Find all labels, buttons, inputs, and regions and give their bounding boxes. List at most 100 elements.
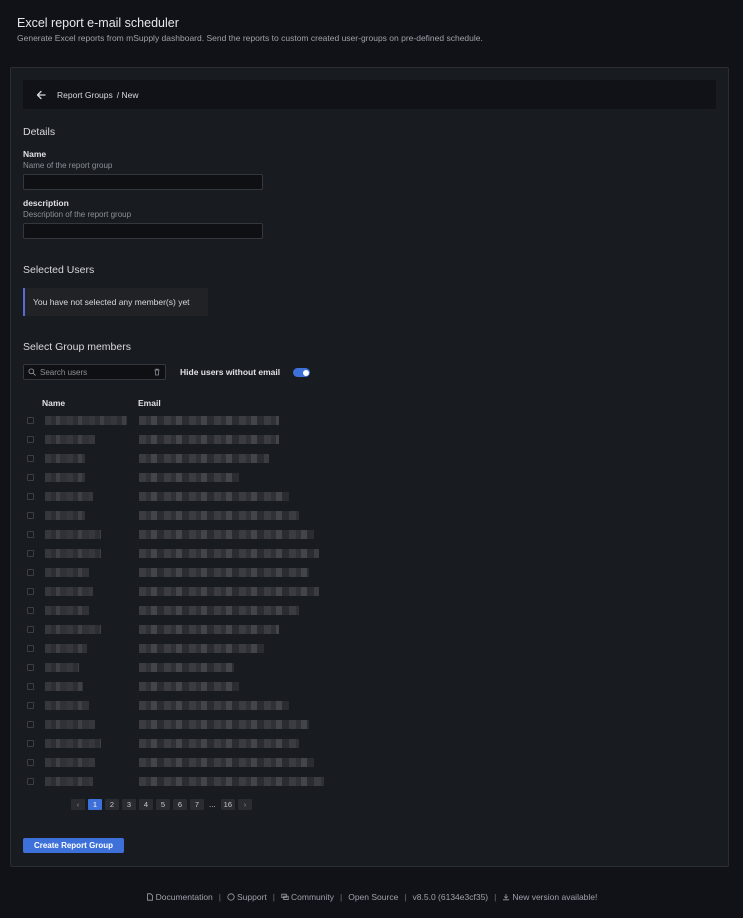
row-checkbox[interactable] bbox=[27, 607, 34, 614]
redacted-email bbox=[139, 530, 314, 539]
redacted-email bbox=[139, 644, 264, 653]
row-checkbox[interactable] bbox=[27, 474, 34, 481]
row-checkbox[interactable] bbox=[27, 531, 34, 538]
table-row[interactable] bbox=[11, 677, 341, 696]
name-label: Name bbox=[23, 149, 47, 159]
pagination-prev-button[interactable]: ‹ bbox=[71, 799, 85, 810]
redacted-name bbox=[45, 587, 93, 596]
table-row[interactable] bbox=[11, 487, 341, 506]
breadcrumb-report-groups-link[interactable]: Report Groups bbox=[57, 90, 113, 100]
row-checkbox[interactable] bbox=[27, 569, 34, 576]
hide-users-without-email-toggle[interactable] bbox=[293, 368, 310, 377]
redacted-email bbox=[139, 568, 309, 577]
table-row[interactable] bbox=[11, 525, 341, 544]
comments-icon bbox=[281, 893, 289, 901]
pagination-page-2[interactable]: 2 bbox=[105, 799, 119, 810]
table-row[interactable] bbox=[11, 715, 341, 734]
trash-icon[interactable] bbox=[153, 368, 161, 376]
footer-version: v8.5.0 (6134e3cf35) bbox=[412, 892, 489, 902]
redacted-name bbox=[45, 739, 101, 748]
redacted-email bbox=[139, 758, 314, 767]
pagination-page-5[interactable]: 5 bbox=[156, 799, 170, 810]
table-row[interactable] bbox=[11, 772, 341, 791]
row-checkbox[interactable] bbox=[27, 683, 34, 690]
name-input[interactable] bbox=[23, 174, 263, 190]
pagination-page-4[interactable]: 4 bbox=[139, 799, 153, 810]
row-checkbox[interactable] bbox=[27, 740, 34, 747]
row-checkbox[interactable] bbox=[27, 759, 34, 766]
pagination-page-3[interactable]: 3 bbox=[122, 799, 136, 810]
footer-separator: | bbox=[272, 892, 275, 902]
description-input[interactable] bbox=[23, 223, 263, 239]
row-checkbox[interactable] bbox=[27, 512, 34, 519]
table-row[interactable] bbox=[11, 506, 341, 525]
page-subtitle: Generate Excel reports from mSupply dash… bbox=[17, 33, 483, 43]
toggle-knob bbox=[302, 369, 309, 376]
column-header-name: Name bbox=[42, 398, 66, 408]
table-row[interactable] bbox=[11, 753, 341, 772]
table-row[interactable] bbox=[11, 411, 341, 430]
redacted-name bbox=[45, 663, 79, 672]
footer-open-source-link[interactable]: Open Source bbox=[348, 892, 398, 902]
footer-documentation-label: Documentation bbox=[155, 892, 213, 902]
pagination: ‹ 1 2 3 4 5 6 7 ... 16 › bbox=[71, 799, 253, 810]
row-checkbox[interactable] bbox=[27, 664, 34, 671]
pagination-page-7[interactable]: 7 bbox=[190, 799, 204, 810]
redacted-name bbox=[45, 682, 83, 691]
table-row[interactable] bbox=[11, 658, 341, 677]
redacted-name bbox=[45, 416, 127, 425]
table-row[interactable] bbox=[11, 601, 341, 620]
redacted-name bbox=[45, 701, 89, 710]
row-checkbox[interactable] bbox=[27, 588, 34, 595]
redacted-email bbox=[139, 549, 319, 558]
redacted-email bbox=[139, 606, 299, 615]
row-checkbox[interactable] bbox=[27, 417, 34, 424]
redacted-email bbox=[139, 587, 319, 596]
row-checkbox[interactable] bbox=[27, 455, 34, 462]
row-checkbox[interactable] bbox=[27, 721, 34, 728]
redacted-email bbox=[139, 663, 234, 672]
column-header-email: Email bbox=[138, 398, 161, 408]
row-checkbox[interactable] bbox=[27, 436, 34, 443]
table-row[interactable] bbox=[11, 734, 341, 753]
footer-separator: | bbox=[218, 892, 221, 902]
table-row[interactable] bbox=[11, 468, 341, 487]
row-checkbox[interactable] bbox=[27, 493, 34, 500]
redacted-name bbox=[45, 435, 95, 444]
details-heading: Details bbox=[23, 126, 56, 138]
table-row[interactable] bbox=[11, 449, 341, 468]
row-checkbox[interactable] bbox=[27, 626, 34, 633]
create-report-group-button[interactable]: Create Report Group bbox=[23, 838, 124, 853]
table-row[interactable] bbox=[11, 430, 341, 449]
pagination-page-1[interactable]: 1 bbox=[88, 799, 102, 810]
table-row[interactable] bbox=[11, 696, 341, 715]
footer: Documentation | Support | Community | Op… bbox=[0, 892, 743, 902]
redacted-name bbox=[45, 758, 95, 767]
table-row[interactable] bbox=[11, 639, 341, 658]
table-row[interactable] bbox=[11, 563, 341, 582]
table-row[interactable] bbox=[11, 620, 341, 639]
hide-users-toggle-label: Hide users without email bbox=[180, 367, 281, 377]
search-users-input[interactable] bbox=[40, 367, 153, 377]
search-users-field[interactable] bbox=[23, 364, 166, 380]
pagination-next-button[interactable]: › bbox=[238, 799, 253, 810]
row-checkbox[interactable] bbox=[27, 550, 34, 557]
table-row[interactable] bbox=[11, 582, 341, 601]
pagination-ellipsis: ... bbox=[209, 800, 216, 809]
redacted-name bbox=[45, 720, 95, 729]
redacted-name bbox=[45, 625, 101, 634]
row-checkbox[interactable] bbox=[27, 645, 34, 652]
footer-documentation-link[interactable]: Documentation bbox=[146, 892, 213, 902]
footer-new-version-link[interactable]: New version available! bbox=[502, 892, 597, 902]
footer-community-link[interactable]: Community bbox=[281, 892, 334, 902]
no-members-alert: You have not selected any member(s) yet bbox=[23, 288, 208, 316]
table-row[interactable] bbox=[11, 544, 341, 563]
pagination-page-6[interactable]: 6 bbox=[173, 799, 187, 810]
redacted-email bbox=[139, 720, 309, 729]
redacted-email bbox=[139, 435, 279, 444]
arrow-left-icon[interactable] bbox=[35, 88, 49, 102]
footer-support-link[interactable]: Support bbox=[227, 892, 267, 902]
row-checkbox[interactable] bbox=[27, 702, 34, 709]
row-checkbox[interactable] bbox=[27, 778, 34, 785]
pagination-page-last[interactable]: 16 bbox=[220, 799, 236, 810]
